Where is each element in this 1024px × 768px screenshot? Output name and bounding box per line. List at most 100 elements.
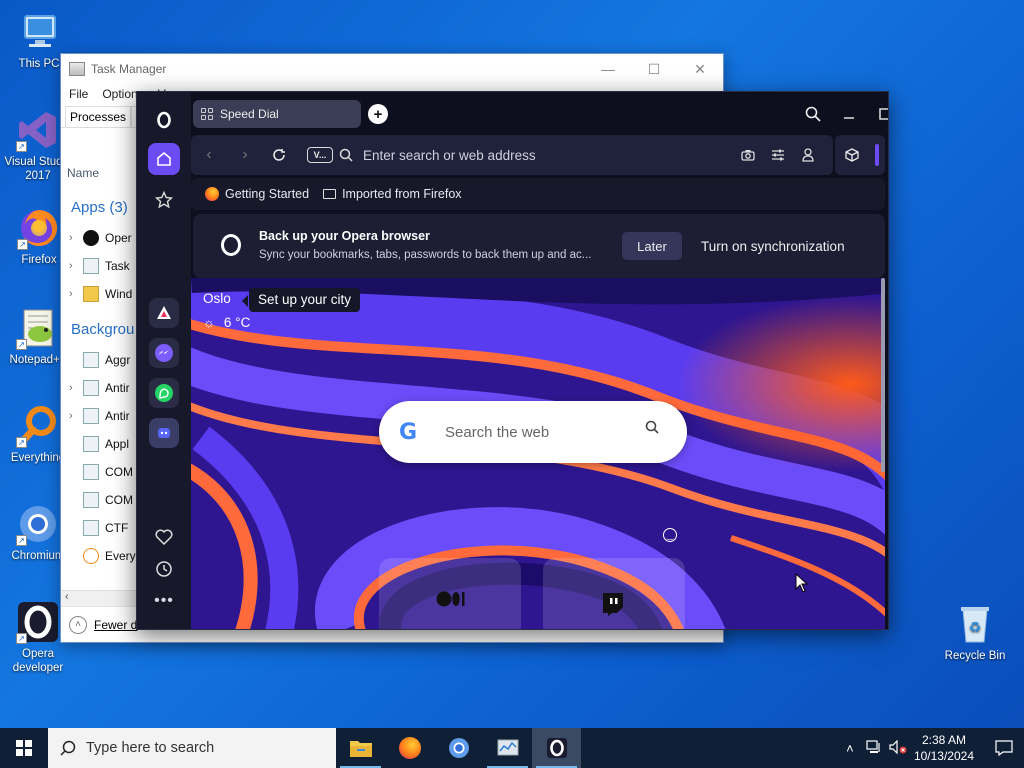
- process-row[interactable]: › Task: [69, 256, 130, 276]
- firefox-icon: [398, 737, 421, 759]
- profile-button[interactable]: [799, 146, 817, 164]
- everything-search-icon: ↗: [16, 404, 60, 448]
- expand-chevron-icon[interactable]: ›: [69, 288, 83, 300]
- cube-icon: [845, 148, 859, 162]
- expand-chevron-icon[interactable]: ›: [69, 410, 83, 422]
- shortcut-arrow-icon: ↗: [16, 437, 27, 448]
- set-city-tooltip[interactable]: Set up your city: [241, 288, 361, 312]
- process-row[interactable]: › Antir: [69, 406, 130, 426]
- taskbar-search[interactable]: [48, 728, 336, 768]
- expand-chevron-icon[interactable]: ›: [69, 260, 83, 272]
- desktop-icon-recycle-bin[interactable]: ♻ Recycle Bin: [937, 602, 1013, 663]
- process-row[interactable]: › Wind: [69, 284, 132, 304]
- folder-icon: [323, 189, 337, 199]
- service-process-icon: [83, 436, 99, 452]
- menu-file[interactable]: File: [69, 87, 88, 101]
- taskbar-opera[interactable]: [532, 728, 581, 768]
- sidebar-aria-button[interactable]: [149, 298, 179, 328]
- fewer-details-link[interactable]: Fewer d: [94, 618, 137, 632]
- taskbar-chromium[interactable]: [434, 728, 483, 768]
- notepadpp-icon: ↗: [16, 306, 60, 350]
- process-row[interactable]: Every: [69, 546, 136, 566]
- sidebar-more-button[interactable]: •••: [148, 585, 180, 617]
- expand-chevron-icon[interactable]: ›: [69, 232, 83, 244]
- sidebar-discord-button[interactable]: [149, 418, 179, 448]
- back-button[interactable]: ‹: [199, 145, 219, 165]
- speed-dial-medium[interactable]: [379, 558, 521, 629]
- forward-button[interactable]: ›: [235, 145, 255, 165]
- bookmark-getting-started[interactable]: Getting Started: [205, 187, 309, 201]
- snapshot-button[interactable]: [739, 146, 757, 164]
- extensions-button[interactable]: [843, 146, 861, 164]
- tab-processes[interactable]: Processes: [65, 106, 132, 127]
- speed-dial-twitch[interactable]: [543, 558, 685, 629]
- service-process-icon: [83, 380, 99, 396]
- process-row[interactable]: Aggr: [69, 350, 130, 370]
- clock-icon: [156, 561, 172, 577]
- expand-chevron-icon[interactable]: ›: [69, 382, 83, 394]
- tab-search-button[interactable]: [795, 101, 831, 127]
- firefox-icon: [205, 187, 219, 201]
- tab-speed-dial[interactable]: Speed Dial: [193, 100, 361, 128]
- later-button[interactable]: Later: [622, 232, 682, 260]
- process-row[interactable]: COM: [69, 490, 133, 510]
- close-button[interactable]: ✕: [677, 54, 723, 84]
- sidebar-pinboard-button[interactable]: [148, 521, 180, 553]
- bookmark-folder-imported[interactable]: Imported from Firefox: [323, 187, 462, 201]
- reload-button[interactable]: [269, 145, 289, 165]
- opera-window[interactable]: ••• Speed Dial + ‹ › V... Enter search o…: [136, 91, 889, 630]
- ctf-process-icon: [83, 520, 99, 536]
- sidebar-history-button[interactable]: [148, 553, 180, 585]
- process-row[interactable]: Appl: [69, 434, 129, 454]
- process-row[interactable]: CTF: [69, 518, 128, 538]
- sidebar-messenger-button[interactable]: [149, 338, 179, 368]
- sync-banner-subtitle: Sync your bookmarks, tabs, passwords to …: [259, 249, 592, 261]
- process-row[interactable]: › Antir: [69, 378, 130, 398]
- taskbar-firefox[interactable]: [385, 728, 434, 768]
- weather-city[interactable]: Oslo: [203, 291, 231, 306]
- taskbar-search-input[interactable]: [86, 740, 326, 756]
- user-icon: [802, 148, 814, 162]
- taskbar-file-explorer[interactable]: [336, 728, 385, 768]
- volume-muted-icon[interactable]: [886, 739, 910, 757]
- heart-icon: [155, 529, 173, 545]
- chevron-up-icon[interactable]: ˄: [838, 741, 862, 756]
- new-tab-button[interactable]: +: [368, 104, 388, 124]
- maximize-button[interactable]: ☐: [631, 54, 677, 84]
- sync-banner-title: Back up your Opera browser: [259, 229, 430, 243]
- column-header-name[interactable]: Name: [67, 166, 99, 180]
- address-search-icon: [337, 146, 355, 164]
- vpn-badge[interactable]: V...: [307, 147, 333, 163]
- weather-temperature: ☼ 6 °C: [203, 315, 251, 330]
- maximize-icon: [879, 108, 888, 120]
- sync-banner: Back up your Opera browser Sync your boo…: [193, 214, 885, 278]
- taskbar-task-manager[interactable]: [483, 728, 532, 768]
- google-icon: G: [399, 420, 418, 445]
- taskbar-clock[interactable]: 2:38 AM 10/13/2024: [914, 732, 974, 764]
- system-tray: ˄ 2:38 AM 10/13/2024: [838, 728, 1024, 768]
- network-icon[interactable]: [862, 739, 886, 757]
- turn-on-sync-button[interactable]: Turn on synchronization: [701, 232, 845, 260]
- process-row[interactable]: › Oper: [69, 228, 132, 248]
- sidebar-home-button[interactable]: [148, 143, 180, 175]
- opera-menu-button[interactable]: [148, 104, 180, 136]
- easy-setup-button[interactable]: [769, 146, 787, 164]
- horizontal-scrollbar[interactable]: ‹: [61, 590, 137, 606]
- task-manager-icon: [69, 62, 85, 76]
- page-scrollbar[interactable]: [881, 278, 885, 472]
- sidebar-whatsapp-button[interactable]: [149, 378, 179, 408]
- address-input[interactable]: [363, 145, 663, 165]
- smiley-icon[interactable]: ‿: [663, 528, 677, 542]
- minimize-button[interactable]: [831, 101, 867, 127]
- start-button[interactable]: [0, 728, 48, 768]
- minimize-button[interactable]: —: [585, 54, 631, 84]
- sidebar-bookmarks-button[interactable]: [148, 184, 180, 216]
- process-row[interactable]: COM: [69, 462, 133, 482]
- aria-icon: [157, 306, 171, 319]
- action-center-button[interactable]: [984, 728, 1024, 768]
- sun-icon: ☼: [203, 315, 215, 330]
- chevron-up-icon[interactable]: ˄: [69, 615, 87, 634]
- web-search-input[interactable]: [445, 421, 635, 443]
- service-process-icon: [83, 352, 99, 368]
- maximize-button[interactable]: [867, 101, 888, 127]
